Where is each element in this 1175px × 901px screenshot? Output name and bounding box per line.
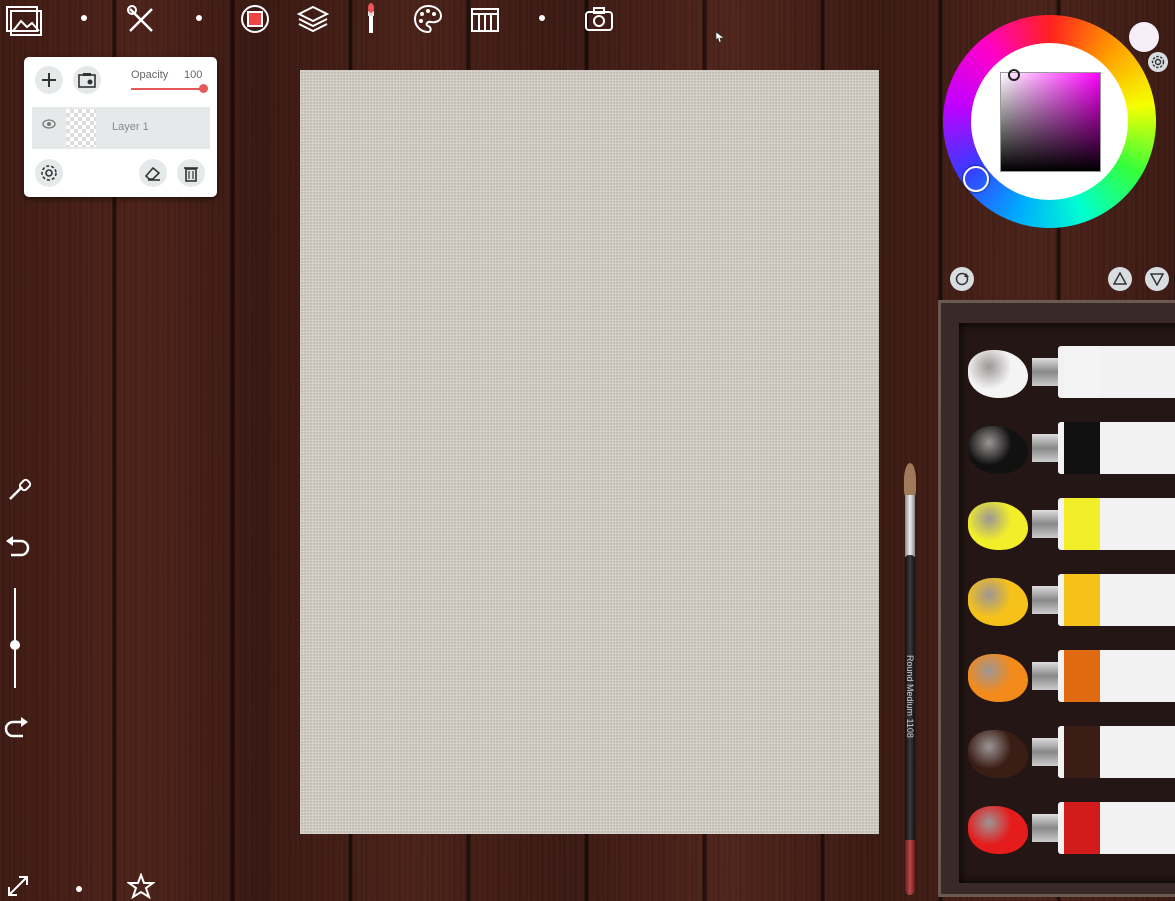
camera-icon: [585, 7, 613, 31]
tube-color-band: [1064, 802, 1100, 854]
brush-size-slider-track[interactable]: [14, 588, 16, 688]
brush-tip[interactable]: [904, 463, 916, 497]
undo-icon: [6, 536, 30, 557]
tools-button[interactable]: [124, 4, 158, 34]
tube-color-band: [1064, 650, 1100, 702]
brush-size-slider-thumb[interactable]: [10, 640, 20, 650]
brush-icon: [368, 3, 374, 33]
brush-button[interactable]: [360, 2, 382, 36]
opacity-label: Opacity: [131, 69, 169, 81]
tube-nozzle: [1032, 358, 1058, 386]
palette-icon: [414, 4, 443, 34]
tube-nozzle: [1032, 814, 1058, 842]
reference-button[interactable]: [468, 2, 502, 36]
scroll-up-button[interactable]: [1108, 267, 1132, 291]
color-settings-button[interactable]: [1148, 52, 1168, 72]
tube-nozzle: [1032, 586, 1058, 614]
tube-color-band: [1064, 498, 1100, 550]
layers-panel: Opacity 100 Layer 1: [24, 57, 217, 197]
image-import-icon: [78, 73, 96, 88]
opacity-value: 100: [184, 69, 203, 81]
tube-nozzle: [1032, 510, 1058, 538]
up-arrow-icon: [1113, 272, 1127, 285]
redo-icon: [4, 717, 28, 738]
canvas-button[interactable]: [238, 2, 272, 36]
plus-icon: [42, 73, 56, 87]
hue-marker[interactable]: [963, 166, 989, 192]
expand-icon: [8, 876, 28, 896]
import-layer-button[interactable]: [73, 66, 101, 94]
scroll-down-button[interactable]: [1145, 267, 1169, 291]
layer-row[interactable]: Layer 1: [32, 107, 210, 149]
palette-button[interactable]: [411, 2, 445, 36]
layer-settings-button[interactable]: [35, 159, 63, 187]
paint-tube-titanium-white[interactable]: [1032, 340, 1175, 404]
layers-button[interactable]: [296, 2, 330, 36]
toolbar-separator: [76, 886, 82, 892]
toolbar-separator: [196, 15, 202, 21]
clear-layer-button[interactable]: [139, 159, 167, 187]
tube-nozzle: [1032, 662, 1058, 690]
layer-name: Layer 1: [112, 121, 149, 133]
toolbar-separator: [539, 15, 545, 21]
paint-tube-cadmium-yellow-medium[interactable]: [1032, 568, 1175, 632]
brush-label: Round Medium 1108: [905, 655, 915, 738]
layer-thumbnail[interactable]: [66, 109, 96, 147]
drawing-canvas[interactable]: [300, 70, 879, 834]
brush-ferrule[interactable]: [905, 495, 915, 557]
opacity-slider-thumb[interactable]: [199, 84, 208, 93]
tools-icon: [127, 5, 153, 32]
tube-nozzle: [1032, 738, 1058, 766]
tube-nozzle: [1032, 434, 1058, 462]
paint-tube-titanium-black[interactable]: [1032, 416, 1175, 480]
eraser-icon: [144, 166, 161, 181]
canvas-icon: [241, 5, 269, 33]
tube-color-band: [1064, 726, 1100, 778]
gallery-icon: [6, 6, 42, 36]
eyedropper-button[interactable]: [4, 475, 34, 505]
paint-tube-cadmium-yellow-light[interactable]: [1032, 492, 1175, 556]
paint-tube-cadmium-orange[interactable]: [1032, 644, 1175, 708]
cursor-icon: [714, 30, 726, 44]
undo-button[interactable]: [2, 533, 32, 561]
toolbar-separator: [81, 15, 87, 21]
tube-color-band: [1064, 574, 1100, 626]
fullscreen-button[interactable]: [4, 872, 32, 900]
tube-color-band: [1064, 422, 1100, 474]
gallery-button[interactable]: [4, 4, 44, 38]
paint-tube-cadmium-red[interactable]: [1032, 796, 1175, 860]
layers-icon: [297, 5, 329, 33]
down-arrow-icon: [1150, 273, 1164, 286]
trash-icon: [184, 167, 198, 182]
camera-button[interactable]: [582, 4, 616, 34]
favorites-button[interactable]: [126, 872, 156, 900]
swap-tool-button[interactable]: [950, 267, 974, 291]
saturation-value-square[interactable]: [1000, 72, 1101, 172]
paint-tube-burnt-umber[interactable]: [1032, 720, 1175, 784]
star-icon: [127, 873, 155, 899]
reference-icon: [471, 8, 499, 32]
add-layer-button[interactable]: [35, 66, 63, 94]
rotate-icon: [955, 272, 969, 286]
opacity-slider-track[interactable]: [131, 88, 203, 90]
brush-end[interactable]: [905, 840, 915, 895]
delete-layer-button[interactable]: [177, 159, 205, 187]
gear-icon: [41, 165, 57, 181]
saturation-value-marker[interactable]: [1008, 69, 1020, 81]
visibility-eye-icon[interactable]: [42, 119, 58, 135]
gear-icon: [1151, 55, 1165, 69]
current-color-swatch[interactable]: [1129, 22, 1159, 52]
eyedropper-icon: [9, 478, 32, 500]
redo-button[interactable]: [2, 714, 32, 742]
tube-color-band: [1064, 346, 1100, 398]
